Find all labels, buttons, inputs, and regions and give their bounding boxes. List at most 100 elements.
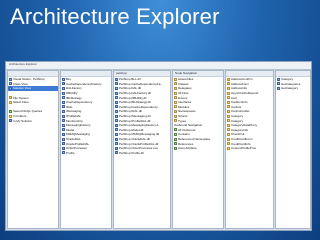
class-icon — [227, 137, 230, 141]
class-icon — [227, 86, 230, 90]
list-item[interactable]: CustomProfileProv — [226, 146, 273, 151]
list-item-label: MSMQMessaging — [66, 132, 90, 137]
node-icon — [174, 77, 177, 81]
list-item[interactable]: PetShop.CacheDependencyFa... — [114, 82, 170, 87]
class-icon — [227, 82, 230, 86]
assembly-icon — [115, 105, 118, 109]
list-item-label: In Folders — [13, 114, 27, 119]
list-item-label: CreditCardForm — [231, 137, 253, 142]
solution-icon — [9, 77, 12, 81]
node-icon — [174, 86, 177, 90]
list-item-label: CreditCardInfo — [231, 141, 251, 146]
assembly-icon — [115, 119, 118, 123]
list-item-label: Namespaces — [178, 109, 196, 114]
project-icon — [62, 105, 65, 109]
list-item-label: In My Solution — [13, 118, 33, 123]
assembly-icon — [115, 151, 118, 155]
project-icon — [62, 137, 65, 141]
class-icon — [227, 114, 230, 118]
list-item-label: CategoryDataProxy — [231, 123, 258, 128]
assembly-icon — [115, 142, 118, 146]
list-item-label: PetShop.BLL.dll — [119, 77, 141, 82]
list-item-label: CartItemInfo — [231, 100, 248, 105]
assembly-icon — [115, 146, 118, 150]
column-assemblies[interactable]: petshop PetShop.BLL.dll PetShop.CacheDepen… — [113, 70, 171, 229]
column-members[interactable]: Category GetCategories GetCategory — [275, 70, 311, 229]
window-title: Architecture Explorer — [9, 62, 38, 66]
architecture-explorer-window: Architecture Explorer Visual Studio - Pe… — [5, 61, 312, 231]
list-item-label: File System — [13, 95, 29, 100]
assembly-icon — [115, 96, 118, 100]
list-item-label: IMessaging — [66, 109, 82, 114]
list-item-label: Contains — [178, 132, 190, 137]
node-icon — [174, 109, 177, 113]
list-item-label: Category — [281, 77, 294, 82]
list-item-label: PetShop.Model.dll — [119, 127, 144, 132]
list-item-label: AddressForm — [231, 81, 250, 86]
project-icon — [62, 86, 65, 90]
project-icon — [62, 91, 65, 95]
list-item-label: IBLStrategy — [66, 95, 82, 100]
class-icon — [227, 146, 230, 150]
list-item-label: PetShop.DBUtility.dll — [119, 95, 147, 100]
list-item-label: AddressConfirm — [231, 77, 253, 82]
project-icon — [62, 132, 65, 136]
project-icon — [62, 100, 65, 104]
slide-title: Architecture Explorer — [10, 4, 220, 29]
column-node-navigation[interactable]: Node Navigation Assemblies Classes Delegate… — [172, 70, 224, 229]
member-icon — [277, 82, 280, 86]
assembly-icon — [115, 132, 118, 136]
list-item-label: AsyncCacheDepend — [231, 91, 259, 96]
node-icon — [174, 100, 177, 104]
column-types[interactable]: AddressConfirm AddressForm AddressInfo Asyn… — [225, 70, 274, 229]
list-item-label: CartController — [231, 109, 250, 114]
list-item[interactable]: In My Solution — [8, 118, 58, 123]
class-icon — [227, 100, 230, 104]
list-item[interactable]: Uses Attribute — [173, 146, 223, 151]
class-icon — [227, 132, 230, 136]
link-icon — [174, 146, 177, 150]
list-item-label: Category — [231, 118, 244, 123]
column-views[interactable]: Visual Studio - PetShop Class View Solutio… — [7, 70, 59, 229]
list-item-label: Visual Studio - PetShop — [13, 77, 45, 82]
project-icon — [62, 123, 65, 127]
list-item-label: CheckOut — [231, 132, 245, 137]
list-item[interactable]: Profile — [61, 151, 111, 156]
list-item-label: PetShop.OracleProfileDAL.dll — [119, 141, 159, 146]
list-item-label: Membership — [66, 118, 83, 123]
assembly-icon — [115, 109, 118, 113]
list-item-label: PetShop.IProfileDAL.dll — [119, 118, 151, 123]
folder-icon — [9, 114, 12, 118]
assembly-icon — [115, 77, 118, 81]
project-icon — [62, 82, 65, 86]
class-icon — [227, 123, 230, 127]
assembly-icon — [115, 137, 118, 141]
list-item[interactable]: GetCategory — [276, 86, 310, 91]
list-item-label: References — [178, 141, 194, 146]
list-item-label: GetCategory — [281, 86, 299, 91]
list-item-label: PetShop.OracleDAL.dll — [119, 137, 150, 142]
list-item-label: PetShop.Profile.dll — [119, 150, 144, 155]
list-item-label: PetShop.ICacheDependency... — [119, 104, 160, 109]
list-item[interactable]: PetShop.Profile.dll — [114, 151, 170, 156]
list-item-label: IDAL — [66, 104, 73, 109]
node-icon — [174, 82, 177, 86]
list-item-label: CacheDependencyFactory — [66, 81, 102, 86]
list-item-label: Solution View — [13, 86, 32, 91]
folder-icon — [9, 96, 12, 100]
list-item-label: PetShop.OrderProcessor.exe — [119, 146, 159, 151]
list-item-label: CategoryInfo — [231, 127, 249, 132]
list-item-label: Model — [66, 127, 75, 132]
project-icon — [62, 128, 65, 132]
project-icon — [62, 119, 65, 123]
column-projects[interactable]: BLL CacheDependencyFactory DALFactory DBUti… — [60, 70, 112, 229]
class-icon — [227, 109, 230, 113]
list-item-label: All Outbound — [178, 127, 196, 132]
window-titlebar: Architecture Explorer — [6, 62, 311, 70]
list-item-label: Profile — [66, 150, 75, 155]
project-icon — [62, 109, 65, 113]
query-icon — [9, 109, 12, 113]
list-item-label: Classes — [178, 81, 189, 86]
assembly-icon — [115, 91, 118, 95]
list-item-label: Assemblies — [178, 77, 194, 82]
